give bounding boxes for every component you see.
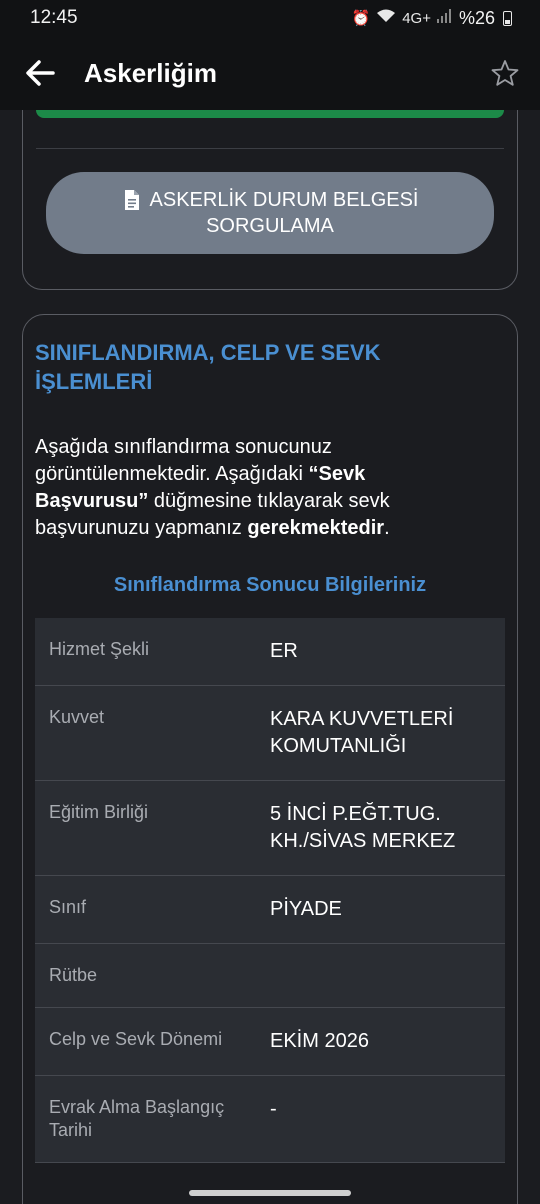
app-bar: Askerliğim: [0, 36, 540, 110]
battery-percent: %26: [458, 7, 495, 28]
back-button[interactable]: [0, 36, 80, 110]
row-value: ER: [270, 640, 298, 662]
classification-subtitle: Sınıflandırma Sonucu Bilgileriniz: [113, 574, 427, 596]
wifi-icon: [376, 8, 396, 28]
document-query-label-2: SORGULAMA: [206, 215, 334, 237]
row-label: Rütbe: [49, 965, 98, 985]
row-label: Evrak Alma Başlangıç Tarihi: [49, 1097, 225, 1140]
favorite-button[interactable]: [470, 36, 540, 110]
document-query-label-1: ASKERLİK DURUM BELGESİ: [149, 189, 419, 211]
row-label: Kuvvet: [49, 707, 105, 727]
row-value: [270, 964, 505, 987]
table-row: Sınıf PİYADE: [35, 876, 505, 944]
desc-bold-2: gerekmektedir: [247, 517, 385, 539]
arrow-left-icon: [26, 60, 55, 86]
table-row: Eğitim Birliği 5 İNCİ P.EĞT.TUG. KH./SİV…: [35, 781, 505, 876]
table-row: Hizmet Şekli ER: [35, 618, 505, 686]
status-bar: 12:45 ⏰ 4G+ %26: [0, 0, 540, 36]
row-value: 5 İNCİ P.EĞT.TUG. KH./SİVAS MERKEZ: [270, 803, 456, 852]
desc-text-1: Aşağıda sınıflandırma sonucunuz görüntül…: [35, 436, 332, 485]
row-label: Sınıf: [49, 897, 87, 917]
status-time: 12:45: [30, 7, 78, 28]
classification-table: Hizmet Şekli ER Kuvvet KARA KUVVETLERİ K…: [35, 618, 505, 1163]
page-title: Askerliğim: [84, 57, 217, 88]
section-description: Aşağıda sınıflandırma sonucunuz görüntül…: [35, 434, 475, 542]
status-icons: ⏰ 4G+ %26: [351, 7, 512, 29]
row-label: Hizmet Şekli: [49, 639, 150, 659]
row-label: Celp ve Sevk Dönemi: [49, 1029, 223, 1049]
star-icon: [491, 60, 519, 86]
section-title: SINIFLANDIRMA, CELP VE SEVK İŞLEMLERİ: [35, 340, 381, 394]
table-row: Kuvvet KARA KUVVETLERİ KOMUTANLIĞI: [35, 686, 505, 781]
home-indicator[interactable]: [189, 1190, 351, 1196]
row-label: Eğitim Birliği: [49, 802, 149, 822]
desc-text-3: .: [384, 517, 390, 539]
content-scroll[interactable]: ASKERLİK DURUM BELGESİ SORGULAMA SINIFLA…: [0, 110, 540, 1204]
network-type: 4G+: [402, 9, 431, 27]
document-query-button[interactable]: ASKERLİK DURUM BELGESİ SORGULAMA: [46, 172, 494, 254]
row-value: EKİM 2026: [270, 1030, 369, 1052]
row-value: PİYADE: [270, 898, 342, 920]
table-row: Rütbe: [35, 944, 505, 1008]
signal-icon: [436, 9, 453, 27]
row-value: KARA KUVVETLERİ KOMUTANLIĞI: [270, 708, 454, 757]
table-row: Celp ve Sevk Dönemi EKİM 2026: [35, 1008, 505, 1076]
status-success-bar: [36, 110, 504, 118]
table-row: Evrak Alma Başlangıç Tarihi -: [35, 1076, 505, 1163]
row-value: -: [270, 1098, 277, 1120]
battery-icon: [503, 10, 512, 26]
document-icon: [124, 190, 139, 210]
alarm-icon: ⏰: [351, 10, 371, 27]
divider: [36, 148, 504, 149]
